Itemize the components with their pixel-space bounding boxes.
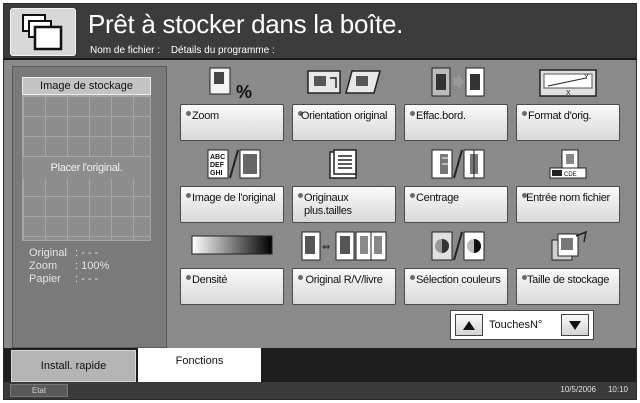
status-time: 10:10 xyxy=(607,385,628,394)
button-label: Densité xyxy=(192,274,228,286)
info-row-original: Original : - - - xyxy=(29,247,109,260)
info-label: Zoom xyxy=(29,260,58,272)
svg-text:CDE: CDE xyxy=(564,172,577,178)
storage-size-button[interactable]: Taille de stockage xyxy=(516,268,620,305)
original-size-icon: Y X xyxy=(516,66,620,100)
info-label: Papier xyxy=(29,273,61,285)
density-button[interactable]: Densité xyxy=(180,268,284,305)
svg-text:GHI: GHI xyxy=(210,170,223,177)
button-indicator-dot xyxy=(186,275,191,280)
button-label: Sélection couleurs xyxy=(416,274,501,286)
density-gradient-icon xyxy=(180,230,284,264)
copy-stack-icon xyxy=(10,8,76,56)
svg-text:⇔: ⇔ xyxy=(322,242,330,253)
tab-quick-setup[interactable]: Install. rapide xyxy=(11,350,136,382)
function-cell-file-name: CDE Entrée nom fichier xyxy=(516,148,620,226)
preview-grid: Placer l'original. xyxy=(22,95,151,241)
info-value: : 100% xyxy=(75,260,110,272)
button-label: Orientation original xyxy=(300,110,388,122)
button-label: Format d'orig. xyxy=(528,110,592,122)
preview-info: Original : - - - Zoom : 100% Papier : - … xyxy=(29,247,109,286)
border-erase-icon xyxy=(404,66,508,100)
svg-text:DEF: DEF xyxy=(210,162,225,169)
tab-bar: Install. rapide Fonctions xyxy=(4,348,636,382)
function-cell-density: Densité xyxy=(180,230,284,308)
function-cell-centering: Centrage xyxy=(404,148,508,226)
original-image-icon: ABC DEF GHI xyxy=(180,148,284,182)
zoom-button[interactable]: Zoom xyxy=(180,104,284,141)
button-label: Entrée nom fichier xyxy=(526,192,610,204)
function-grid: % Zoom Orientation original Effac.bord. … xyxy=(174,66,634,348)
button-indicator-dot xyxy=(186,193,191,198)
svg-text:Y: Y xyxy=(584,74,589,81)
duplex-book-original-icon: ⇔ xyxy=(292,230,396,264)
button-label: Centrage xyxy=(416,192,459,204)
button-indicator-dot xyxy=(522,111,527,116)
info-value: : - - - xyxy=(75,273,99,285)
status-date: 10/5/2006 xyxy=(560,385,596,394)
button-indicator-dot xyxy=(410,193,415,198)
file-name-entry-button[interactable]: Entrée nom fichier xyxy=(516,186,620,223)
info-row-paper: Papier : - - - xyxy=(29,273,109,286)
info-label: Original xyxy=(29,247,67,259)
function-cell-original-image: ABC DEF GHI Image de l'original xyxy=(180,148,284,226)
storage-size-icon xyxy=(516,230,620,264)
function-cell-duplex-book: ⇔ Original R/V/livre xyxy=(292,230,396,308)
screen: Prêt à stocker dans la boîte. Nom de fic… xyxy=(3,3,637,400)
file-name-entry-icon: CDE xyxy=(516,148,620,182)
color-selection-icon xyxy=(404,230,508,264)
button-label: Original R/V/livre xyxy=(305,274,383,286)
function-cell-original-size: Y X Format d'orig. xyxy=(516,66,620,144)
button-indicator-dot xyxy=(410,111,415,116)
duplex-book-original-button[interactable]: Original R/V/livre xyxy=(292,268,396,305)
button-label: Image de l'original xyxy=(192,192,276,204)
page-title: Prêt à stocker dans la boîte. xyxy=(88,9,404,39)
border-erase-button[interactable]: Effac.bord. xyxy=(404,104,508,141)
function-cell-color-selection: Sélection couleurs xyxy=(404,230,508,308)
button-label: Zoom xyxy=(192,110,219,122)
orientation-original-button[interactable]: Orientation original xyxy=(292,104,396,141)
function-cell-zoom: % Zoom xyxy=(180,66,284,144)
triangle-down-icon xyxy=(569,321,581,330)
tab-functions[interactable]: Fonctions xyxy=(138,348,261,382)
function-cell-orientation: Orientation original xyxy=(292,66,396,144)
function-cell-border-erase: Effac.bord. xyxy=(404,66,508,144)
page-number-label: TouchesN° xyxy=(489,319,543,331)
page-up-button[interactable] xyxy=(455,314,483,336)
triangle-up-icon xyxy=(463,321,475,330)
program-details-label: Détails du programme : xyxy=(170,45,275,56)
zoom-percent-icon: % xyxy=(180,66,284,100)
color-selection-button[interactable]: Sélection couleurs xyxy=(404,268,508,305)
mixed-size-originals-button[interactable]: Originaux plus.tailles xyxy=(292,186,396,223)
button-label: Originaux plus.tailles xyxy=(304,192,352,217)
filename-label: Nom de fichier : xyxy=(90,45,161,56)
storage-preview-panel: Image de stockage Placer l'original. Ori… xyxy=(12,66,167,348)
preview-message: Placer l'original. xyxy=(23,157,150,179)
svg-text:%: % xyxy=(236,82,252,100)
status-bar: Etat 10/5/2006 10:10 xyxy=(4,382,636,399)
mixed-size-originals-icon xyxy=(292,148,396,182)
original-orientation-icon xyxy=(292,66,396,100)
page-down-button[interactable] xyxy=(561,314,589,336)
header-subline: Nom de fichier : Détails du programme : xyxy=(90,45,283,56)
function-cell-mixed-originals: Originaux plus.tailles xyxy=(292,148,396,226)
original-format-button[interactable]: Format d'orig. xyxy=(516,104,620,141)
svg-text:X: X xyxy=(566,90,571,97)
svg-text:ABC: ABC xyxy=(210,154,225,161)
button-label: Effac.bord. xyxy=(416,110,466,122)
button-indicator-dot xyxy=(298,193,303,198)
button-indicator-dot xyxy=(410,275,415,280)
info-row-zoom: Zoom : 100% xyxy=(29,260,109,273)
centering-button[interactable]: Centrage xyxy=(404,186,508,223)
button-label: Taille de stockage xyxy=(526,274,610,286)
header: Prêt à stocker dans la boîte. Nom de fic… xyxy=(4,4,636,60)
centering-icon xyxy=(404,148,508,182)
button-indicator-dot xyxy=(186,111,191,116)
info-value: : - - - xyxy=(75,247,99,259)
function-cell-storage-size: Taille de stockage xyxy=(516,230,620,308)
page-navigator: TouchesN° xyxy=(450,310,594,340)
preview-title: Image de stockage xyxy=(22,77,151,95)
status-button[interactable]: Etat xyxy=(10,384,68,397)
original-image-button[interactable]: Image de l'original xyxy=(180,186,284,223)
